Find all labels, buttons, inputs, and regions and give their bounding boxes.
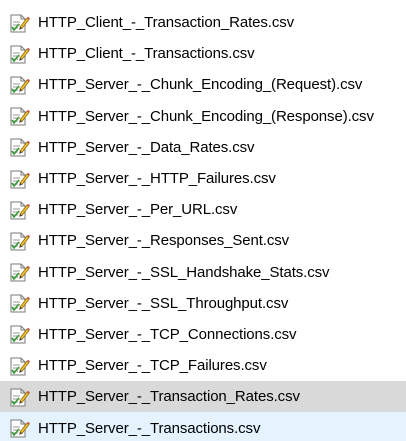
file-row[interactable]: HTTP_Server_-_Responses_Sent.csv [0,225,406,256]
file-row[interactable]: HTTP_Client_-_Transaction_Rates.csv [0,7,406,38]
csv-file-icon [8,323,30,345]
file-name: HTTP_Server_-_Data_Rates.csv [38,138,255,156]
file-name: HTTP_Server_-_Per_URL.csv [38,201,238,219]
csv-file-icon [8,105,30,127]
file-name: HTTP_Server_-_Transactions.csv [38,419,261,437]
csv-file-icon [8,261,30,283]
file-name: HTTP_Server_-_SSL_Throughput.csv [38,294,289,312]
file-row[interactable]: HTTP_Server_-_HTTP_Failures.csv [0,163,406,194]
file-name: HTTP_Server_-_Chunk_Encoding_(Response).… [38,107,374,125]
file-list: HTTP_Client_-_Transaction_Rates.csv HTTP… [0,0,406,441]
csv-file-icon [8,12,30,34]
csv-file-icon [8,136,30,158]
csv-file-icon [8,168,30,190]
csv-file-icon [8,74,30,96]
file-name: HTTP_Server_-_TCP_Connections.csv [38,325,297,343]
csv-file-icon [8,43,30,65]
file-row[interactable]: HTTP_Server_-_Chunk_Encoding_(Response).… [0,101,406,132]
file-name: HTTP_Client_-_Transaction_Rates.csv [38,14,295,32]
csv-file-icon [8,386,30,408]
file-row[interactable]: HTTP_Server_-_Chunk_Encoding_(Request).c… [0,69,406,100]
file-row[interactable]: HTTP_Server_-_SSL_Throughput.csv [0,288,406,319]
file-row[interactable]: HTTP_Server_-_Transactions.csv [0,412,406,441]
file-row[interactable]: HTTP_Server_-_SSL_Handshake_Stats.csv [0,257,406,288]
file-row[interactable]: HTTP_Server_-_Per_URL.csv [0,194,406,225]
file-row[interactable]: HTTP_Server_-_Data_Rates.csv [0,132,406,163]
csv-file-icon [8,292,30,314]
file-name: HTTP_Server_-_HTTP_Failures.csv [38,170,276,188]
file-row[interactable]: HTTP_Server_-_Transaction_Rates.csv [0,381,406,413]
file-name: HTTP_Client_-_Transactions.csv [38,45,255,63]
file-row[interactable]: HTTP_Server_-_TCP_Failures.csv [0,350,406,381]
csv-file-icon [8,199,30,221]
file-row[interactable]: HTTP_Client_-_Transactions.csv [0,38,406,69]
csv-file-icon [8,230,30,252]
file-name: HTTP_Server_-_Transaction_Rates.csv [38,388,300,406]
file-name: HTTP_Server_-_Chunk_Encoding_(Request).c… [38,76,363,94]
file-name: HTTP_Server_-_SSL_Handshake_Stats.csv [38,263,330,281]
csv-file-icon [8,417,30,439]
file-name: HTTP_Server_-_TCP_Failures.csv [38,357,267,375]
csv-file-icon [8,355,30,377]
file-row[interactable]: HTTP_Server_-_TCP_Connections.csv [0,319,406,350]
file-name: HTTP_Server_-_Responses_Sent.csv [38,232,290,250]
